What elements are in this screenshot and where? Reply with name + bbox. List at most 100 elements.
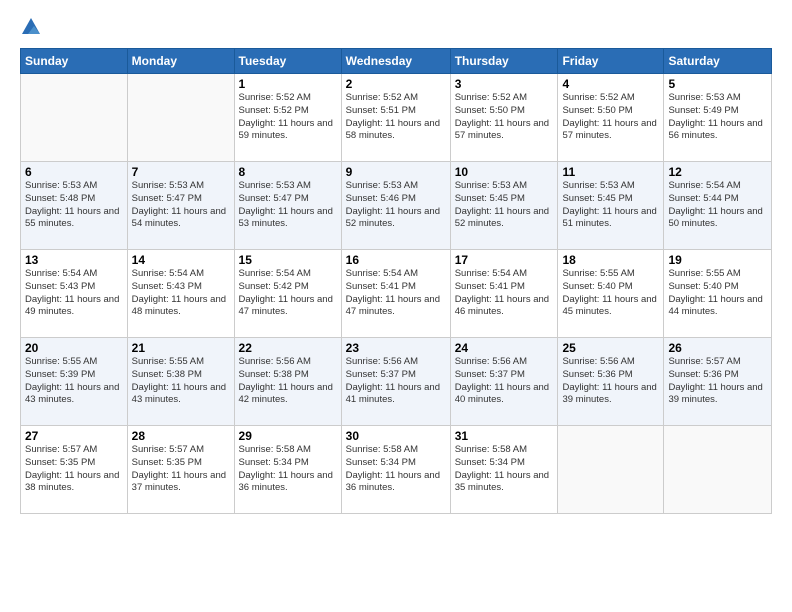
daylight-text: Daylight: 11 hours and 58 minutes. [346,118,440,142]
day-number: 12 [668,165,767,179]
daylight-text: Daylight: 11 hours and 37 minutes. [132,470,226,494]
logo [20,16,46,38]
day-detail: Sunrise: 5:55 AMSunset: 5:39 PMDaylight:… [25,356,123,407]
daylight-text: Daylight: 11 hours and 39 minutes. [668,382,762,406]
day-detail: Sunrise: 5:57 AMSunset: 5:35 PMDaylight:… [25,444,123,495]
sunrise-text: Sunrise: 5:52 AM [346,92,418,103]
column-header-monday: Monday [127,49,234,74]
calendar-cell: 7Sunrise: 5:53 AMSunset: 5:47 PMDaylight… [127,162,234,250]
sunset-text: Sunset: 5:35 PM [132,457,202,468]
calendar-cell: 30Sunrise: 5:58 AMSunset: 5:34 PMDayligh… [341,426,450,514]
day-number: 29 [239,429,337,443]
sunrise-text: Sunrise: 5:56 AM [346,356,418,367]
day-detail: Sunrise: 5:53 AMSunset: 5:46 PMDaylight:… [346,180,446,231]
day-detail: Sunrise: 5:58 AMSunset: 5:34 PMDaylight:… [455,444,554,495]
sunset-text: Sunset: 5:48 PM [25,193,95,204]
column-header-tuesday: Tuesday [234,49,341,74]
sunrise-text: Sunrise: 5:54 AM [25,268,97,279]
calendar-cell: 3Sunrise: 5:52 AMSunset: 5:50 PMDaylight… [450,74,558,162]
sunset-text: Sunset: 5:47 PM [239,193,309,204]
day-number: 18 [562,253,659,267]
day-number: 26 [668,341,767,355]
calendar-cell: 9Sunrise: 5:53 AMSunset: 5:46 PMDaylight… [341,162,450,250]
day-detail: Sunrise: 5:57 AMSunset: 5:36 PMDaylight:… [668,356,767,407]
day-detail: Sunrise: 5:52 AMSunset: 5:52 PMDaylight:… [239,92,337,143]
day-detail: Sunrise: 5:53 AMSunset: 5:45 PMDaylight:… [455,180,554,231]
day-number: 11 [562,165,659,179]
day-detail: Sunrise: 5:57 AM Sunset: 5:35 PM Daylight:… [132,444,230,495]
calendar-cell: 25Sunrise: 5:56 AMSunset: 5:36 PMDayligh… [558,338,664,426]
day-number: 22 [239,341,337,355]
sunset-text: Sunset: 5:43 PM [25,281,95,292]
day-number: 4 [562,77,659,91]
calendar-cell: 17Sunrise: 5:54 AMSunset: 5:41 PMDayligh… [450,250,558,338]
daylight-text: Daylight: 11 hours and 39 minutes. [562,382,656,406]
sunrise-text: Sunrise: 5:55 AM [668,268,740,279]
page: SundayMondayTuesdayWednesdayThursdayFrid… [0,0,792,612]
daylight-text: Daylight: 11 hours and 47 minutes. [346,294,440,318]
sunrise-text: Sunrise: 5:57 AM [668,356,740,367]
sunrise-text: Sunrise: 5:54 AM [668,180,740,191]
sunrise-text: Sunrise: 5:53 AM [668,92,740,103]
sunrise-text: Sunrise: 5:52 AM [239,92,311,103]
calendar-week-row: 20Sunrise: 5:55 AMSunset: 5:39 PMDayligh… [21,338,772,426]
sunrise-text: Sunrise: 5:55 AM [25,356,97,367]
sunrise-text: Sunrise: 5:54 AM [455,268,527,279]
daylight-text: Daylight: 11 hours and 57 minutes. [562,118,656,142]
sunset-text: Sunset: 5:49 PM [668,105,738,116]
calendar-week-row: 1Sunrise: 5:52 AMSunset: 5:52 PMDaylight… [21,74,772,162]
sunset-text: Sunset: 5:35 PM [25,457,95,468]
day-detail: Sunrise: 5:55 AMSunset: 5:38 PMDaylight:… [132,356,230,407]
daylight-text: Daylight: 11 hours and 43 minutes. [25,382,119,406]
sunset-text: Sunset: 5:45 PM [562,193,632,204]
sunrise-text: Sunrise: 5:58 AM [455,444,527,455]
column-header-friday: Friday [558,49,664,74]
day-number: 5 [668,77,767,91]
day-detail: Sunrise: 5:54 AMSunset: 5:43 PMDaylight:… [132,268,230,319]
day-detail: Sunrise: 5:56 AM Sunset: 5:37 PM Daylight:… [455,356,554,407]
calendar-cell: 8Sunrise: 5:53 AMSunset: 5:47 PMDaylight… [234,162,341,250]
day-number: 1 [239,77,337,91]
calendar-cell: 5Sunrise: 5:53 AMSunset: 5:49 PMDaylight… [664,74,772,162]
day-detail: Sunrise: 5:52 AMSunset: 5:50 PMDaylight:… [562,92,659,143]
calendar-week-row: 27Sunrise: 5:57 AMSunset: 5:35 PMDayligh… [21,426,772,514]
day-number: 9 [346,165,446,179]
calendar-cell: 16Sunrise: 5:54 AMSunset: 5:41 PMDayligh… [341,250,450,338]
daylight-text: Daylight: 11 hours and 40 minutes. [455,382,549,406]
day-detail: Sunrise: 5:54 AMSunset: 5:41 PMDaylight:… [455,268,554,319]
sunrise-text: Sunrise: 5:58 AM [239,444,311,455]
sunset-text: Sunset: 5:44 PM [668,193,738,204]
sunset-text: Sunset: 5:40 PM [562,281,632,292]
calendar-cell: 19Sunrise: 5:55 AMSunset: 5:40 PMDayligh… [664,250,772,338]
sunset-text: Sunset: 5:34 PM [239,457,309,468]
sunrise-text: Sunrise: 5:56 AM [455,356,527,367]
column-header-wednesday: Wednesday [341,49,450,74]
sunset-text: Sunset: 5:38 PM [132,369,202,380]
calendar-cell: 22Sunrise: 5:56 AMSunset: 5:38 PMDayligh… [234,338,341,426]
daylight-text: Daylight: 11 hours and 52 minutes. [455,206,549,230]
calendar-cell: 10Sunrise: 5:53 AMSunset: 5:45 PMDayligh… [450,162,558,250]
sunrise-text: Sunrise: 5:55 AM [562,268,634,279]
calendar-table: SundayMondayTuesdayWednesdayThursdayFrid… [20,48,772,514]
sunrise-text: Sunrise: 5:57 AM [132,444,204,455]
day-number: 25 [562,341,659,355]
sunset-text: Sunset: 5:37 PM [455,369,525,380]
daylight-text: Daylight: 11 hours and 49 minutes. [25,294,119,318]
day-number: 6 [25,165,123,179]
day-detail: Sunrise: 5:55 AMSunset: 5:40 PMDaylight:… [562,268,659,319]
day-number: 16 [346,253,446,267]
column-header-sunday: Sunday [21,49,128,74]
day-number: 14 [132,253,230,267]
sunrise-text: Sunrise: 5:52 AM [455,92,527,103]
day-detail: Sunrise: 5:52 AMSunset: 5:50 PMDaylight:… [455,92,554,143]
sunset-text: Sunset: 5:34 PM [346,457,416,468]
calendar-cell: 14Sunrise: 5:54 AMSunset: 5:43 PMDayligh… [127,250,234,338]
day-detail: Sunrise: 5:55 AMSunset: 5:40 PMDaylight:… [668,268,767,319]
sunrise-text: Sunrise: 5:57 AM [25,444,97,455]
daylight-text: Daylight: 11 hours and 50 minutes. [668,206,762,230]
sunrise-text: Sunrise: 5:53 AM [25,180,97,191]
day-detail: Sunrise: 5:54 AMSunset: 5:41 PMDaylight:… [346,268,446,319]
calendar-week-row: 6Sunrise: 5:53 AMSunset: 5:48 PMDaylight… [21,162,772,250]
day-number: 15 [239,253,337,267]
sunrise-text: Sunrise: 5:53 AM [239,180,311,191]
